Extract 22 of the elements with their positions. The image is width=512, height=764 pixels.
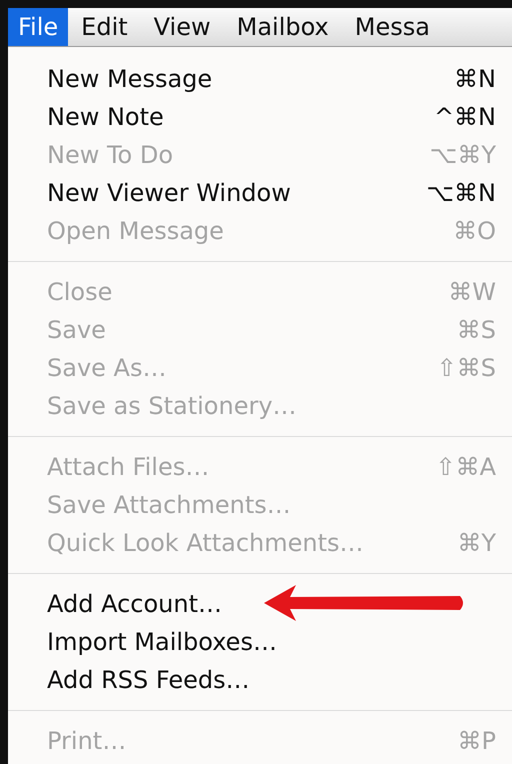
menu-item[interactable]: New Viewer Window xyxy=(47,179,291,207)
keyboard-shortcut: ⌘N xyxy=(454,65,496,93)
keyboard-shortcut: ⌘P xyxy=(458,727,496,755)
menu-item[interactable]: Add RSS Feeds… xyxy=(47,666,250,694)
keyboard-shortcut: ^⌘N xyxy=(434,103,496,131)
menu-bar-item[interactable]: Messa xyxy=(342,8,443,46)
keyboard-shortcut: ⌘W xyxy=(448,278,496,306)
keyboard-shortcut: ⌘S xyxy=(456,316,496,344)
menu-item[interactable]: Add Account… xyxy=(47,590,222,618)
menu-bar-item[interactable]: Edit xyxy=(68,8,141,46)
menu-bar-item[interactable]: Mailbox xyxy=(224,8,342,46)
keyboard-shortcut: ⌘Y xyxy=(457,529,496,557)
keyboard-shortcut: ⇧⌘A xyxy=(435,453,496,481)
menu-item[interactable]: Import Mailboxes… xyxy=(47,628,277,656)
keyboard-shortcut: ⌘O xyxy=(453,217,496,245)
keyboard-shortcut: ⌥⌘N xyxy=(426,179,496,207)
menu-bar-item[interactable]: File xyxy=(8,8,68,46)
menu-item[interactable]: New Note xyxy=(47,103,164,131)
menu-item[interactable]: New Message xyxy=(47,65,212,93)
keyboard-shortcut: ⇧⌘S xyxy=(436,354,496,382)
keyboard-shortcut: ⌥⌘Y xyxy=(430,141,496,169)
menu-bar-item[interactable]: View xyxy=(140,8,224,46)
